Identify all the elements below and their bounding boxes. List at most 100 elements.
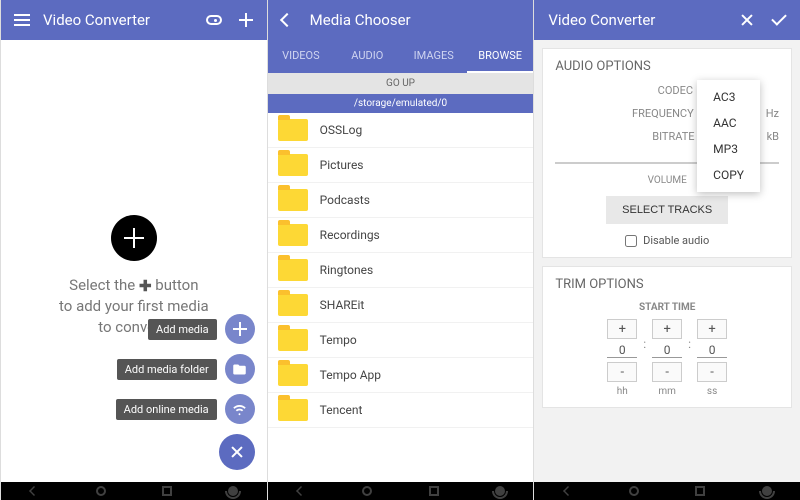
nav-accessibility-icon[interactable] xyxy=(495,486,505,496)
fab-add-media[interactable] xyxy=(225,314,255,344)
add-media-big-button[interactable] xyxy=(111,215,157,261)
folder-icon xyxy=(278,189,308,211)
key-icon[interactable] xyxy=(203,9,225,31)
nav-home-icon[interactable] xyxy=(96,486,106,496)
start-time-label: START TIME xyxy=(555,302,779,313)
trim-options-card: TRIM OPTIONS START TIME + 0 - hh : + 0 - xyxy=(542,266,792,408)
nav-home-icon[interactable] xyxy=(362,486,372,496)
ss-minus-button[interactable]: - xyxy=(697,362,727,382)
folder-name: Tempo App xyxy=(320,368,381,382)
codec-label: CODEC xyxy=(658,84,693,97)
folder-item[interactable]: OSSLog xyxy=(268,113,534,148)
add-icon[interactable] xyxy=(235,9,257,31)
nav-bar xyxy=(534,482,800,500)
audio-options-heading: AUDIO OPTIONS xyxy=(555,59,779,74)
options-title: Video Converter xyxy=(548,11,736,29)
fab-add-online[interactable] xyxy=(225,394,255,424)
confirm-icon[interactable] xyxy=(768,9,790,31)
appbar-options: Video Converter xyxy=(534,0,800,40)
folder-icon xyxy=(278,224,308,246)
nav-bar xyxy=(1,482,267,500)
chooser-title: Media Chooser xyxy=(310,11,524,29)
folder-item[interactable]: SHAREit xyxy=(268,288,534,323)
nav-back-icon[interactable] xyxy=(296,486,306,496)
app-title: Video Converter xyxy=(43,11,203,29)
bitrate-unit: kB xyxy=(767,130,779,143)
tab-images[interactable]: IMAGES xyxy=(401,40,467,73)
trim-options-heading: TRIM OPTIONS xyxy=(555,277,779,292)
nav-back-icon[interactable] xyxy=(563,486,573,496)
folder-item[interactable]: Podcasts xyxy=(268,183,534,218)
nav-recent-icon[interactable] xyxy=(429,486,439,496)
bitrate-label: BITRATE xyxy=(652,130,694,143)
nav-recent-icon[interactable] xyxy=(162,486,172,496)
codec-option[interactable]: AAC xyxy=(697,110,760,136)
hh-label: hh xyxy=(617,386,628,397)
mm-value[interactable]: 0 xyxy=(652,343,682,358)
codec-option[interactable]: COPY xyxy=(697,162,760,188)
frequency-unit: Hz xyxy=(766,107,779,120)
tab-audio[interactable]: AUDIO xyxy=(334,40,400,73)
codec-option[interactable]: AC3 xyxy=(697,84,760,110)
codec-dropdown: AC3AACMP3COPY xyxy=(697,80,760,192)
select-tracks-button[interactable]: SELECT TRACKS xyxy=(606,196,728,224)
nav-home-icon[interactable] xyxy=(629,486,639,496)
folder-icon xyxy=(278,294,308,316)
fab-close[interactable] xyxy=(219,434,255,470)
folder-name: Tempo xyxy=(320,333,357,347)
folder-item[interactable]: Tempo xyxy=(268,323,534,358)
file-list: OSSLog Pictures Podcasts Recordings Ringtone… xyxy=(268,113,534,482)
folder-name: Podcasts xyxy=(320,193,370,207)
folder-name: SHAREit xyxy=(320,298,365,312)
mm-plus-button[interactable]: + xyxy=(652,319,682,339)
add-folder-label: Add media folder xyxy=(117,359,217,380)
frequency-label: FREQUENCY xyxy=(632,107,694,120)
folder-item[interactable]: Tencent xyxy=(268,393,534,428)
folder-item[interactable]: Tempo App xyxy=(268,358,534,393)
nav-accessibility-icon[interactable] xyxy=(228,486,238,496)
back-icon[interactable] xyxy=(278,9,300,31)
add-online-label: Add online media xyxy=(116,399,217,420)
nav-recent-icon[interactable] xyxy=(695,486,705,496)
folder-icon xyxy=(232,362,247,377)
add-media-label: Add media xyxy=(148,319,217,340)
disable-audio-label: Disable audio xyxy=(643,234,709,247)
current-path: /storage/emulated/0 xyxy=(268,94,534,113)
ss-plus-button[interactable]: + xyxy=(697,319,727,339)
folder-icon xyxy=(278,329,308,351)
folder-name: Ringtones xyxy=(320,263,374,277)
appbar-chooser: Media Chooser xyxy=(268,0,534,40)
tab-browse[interactable]: BROWSE xyxy=(467,40,533,73)
folder-name: OSSLog xyxy=(320,123,363,137)
go-up-button[interactable]: GO UP xyxy=(268,73,534,94)
folder-icon xyxy=(278,364,308,386)
mm-label: mm xyxy=(658,386,676,397)
plus-icon xyxy=(124,228,144,248)
codec-option[interactable]: MP3 xyxy=(697,136,760,162)
nav-bar xyxy=(268,482,534,500)
mm-minus-button[interactable]: - xyxy=(652,362,682,382)
fab-add-folder[interactable] xyxy=(225,354,255,384)
folder-name: Tencent xyxy=(320,403,363,417)
nav-back-icon[interactable] xyxy=(29,486,39,496)
folder-item[interactable]: Recordings xyxy=(268,218,534,253)
plus-icon xyxy=(233,322,247,336)
media-tabs: VIDEOS AUDIO IMAGES BROWSE xyxy=(268,40,534,73)
nav-accessibility-icon[interactable] xyxy=(762,486,772,496)
tab-videos[interactable]: VIDEOS xyxy=(268,40,334,73)
menu-icon[interactable] xyxy=(11,9,33,31)
folder-name: Recordings xyxy=(320,228,380,242)
hh-plus-button[interactable]: + xyxy=(607,319,637,339)
folder-item[interactable]: Ringtones xyxy=(268,253,534,288)
close-icon xyxy=(230,445,244,459)
ss-label: ss xyxy=(707,386,717,397)
folder-item[interactable]: Pictures xyxy=(268,148,534,183)
folder-icon xyxy=(278,154,308,176)
disable-audio-checkbox[interactable] xyxy=(625,235,637,247)
folder-icon xyxy=(278,119,308,141)
cancel-icon[interactable] xyxy=(736,9,758,31)
ss-value[interactable]: 0 xyxy=(697,343,727,358)
wifi-icon xyxy=(232,402,247,417)
hh-minus-button[interactable]: - xyxy=(607,362,637,382)
hh-value[interactable]: 0 xyxy=(607,343,637,358)
